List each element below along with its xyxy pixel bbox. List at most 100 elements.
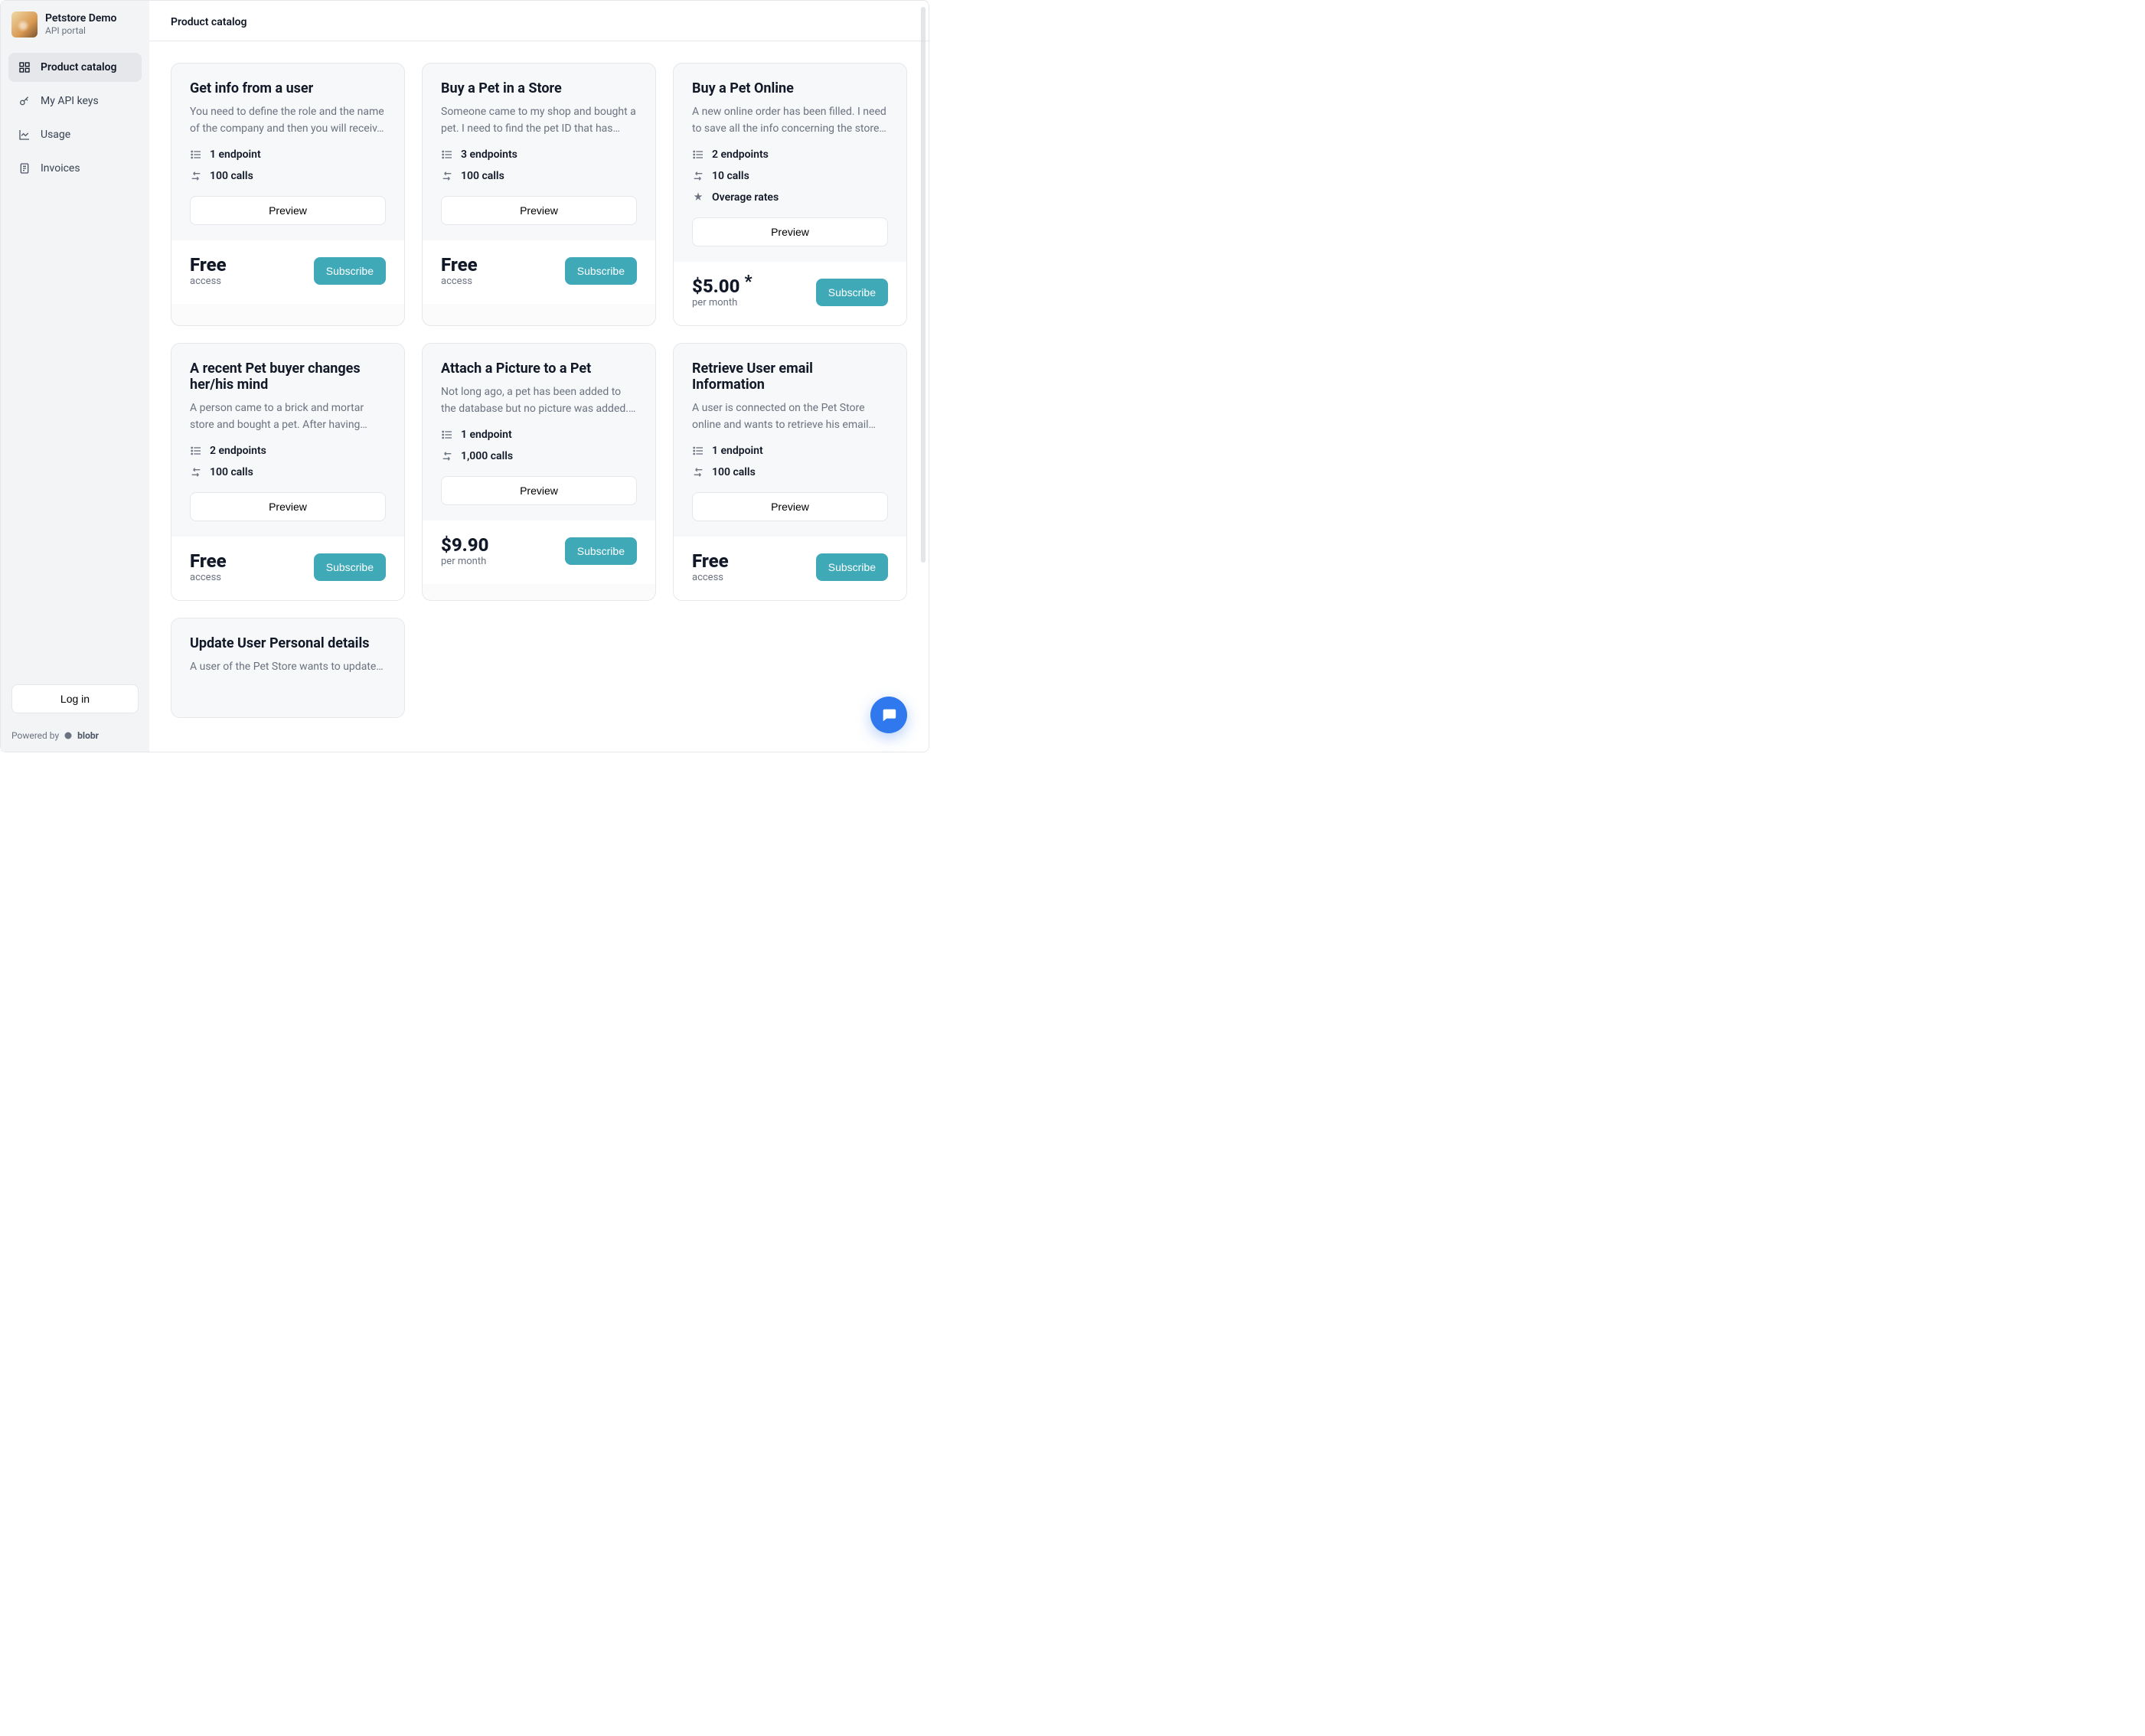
sidebar-item-label: Invoices (41, 162, 80, 175)
preview-button[interactable]: Preview (190, 492, 386, 521)
price-amount: Free (190, 550, 227, 572)
asterisk-icon (692, 191, 704, 204)
subscribe-button[interactable]: Subscribe (314, 553, 386, 581)
product-description: A person came to a brick and mortar stor… (190, 400, 386, 434)
meta-endpoints: 2 endpoints (692, 148, 888, 161)
content-scroll[interactable]: Get info from a user You need to define … (149, 41, 929, 752)
brand-subtitle: API portal (45, 25, 116, 36)
meta-calls-text: 100 calls (210, 170, 253, 182)
product-card: Attach a Picture to a Pet Not long ago, … (422, 343, 656, 601)
meta-endpoints: 1 endpoint (692, 445, 888, 457)
sidebar-item-product-catalog[interactable]: Product catalog (8, 53, 142, 82)
preview-button[interactable]: Preview (692, 217, 888, 246)
product-title: Buy a Pet Online (692, 80, 888, 96)
meta-calls-text: 100 calls (461, 170, 504, 182)
meta-endpoints: 1 endpoint (190, 148, 386, 161)
product-title: Get info from a user (190, 80, 386, 96)
meta-calls-text: 10 calls (712, 170, 749, 182)
powered-prefix: Powered by (11, 730, 59, 741)
transfer-icon (441, 450, 453, 462)
product-title: Update User Personal details (190, 635, 386, 651)
login-button[interactable]: Log in (11, 684, 139, 713)
price-bar: Free access Subscribe (171, 537, 404, 600)
preview-button[interactable]: Preview (692, 492, 888, 521)
meta-calls: 100 calls (692, 466, 888, 478)
price-sub: per month (692, 297, 753, 308)
powered-brand: blobr (77, 730, 99, 741)
meta-overage-text: Overage rates (712, 191, 779, 204)
meta-calls: 10 calls (692, 170, 888, 182)
product-card: A recent Pet buyer changes her/his mind … (171, 343, 405, 601)
meta-endpoints-text: 1 endpoint (461, 429, 512, 441)
price-sub: access (692, 572, 729, 583)
list-icon (692, 148, 704, 161)
product-title: Attach a Picture to a Pet (441, 361, 637, 377)
subscribe-button[interactable]: Subscribe (565, 257, 637, 285)
product-description: A user of the Pet Store wants to update… (190, 659, 386, 693)
price-sub: access (441, 276, 478, 287)
price-sub: per month (441, 556, 488, 567)
meta-endpoints: 2 endpoints (190, 445, 386, 457)
product-card: Retrieve User email Information A user i… (673, 343, 907, 601)
transfer-icon (190, 466, 202, 478)
meta-overage: Overage rates (692, 191, 888, 204)
blobr-logo-icon (64, 731, 73, 740)
transfer-icon (190, 170, 202, 182)
product-card: Buy a Pet in a Store Someone came to my … (422, 63, 656, 326)
price-asterisk: * (744, 272, 752, 292)
subscribe-button[interactable]: Subscribe (816, 553, 888, 581)
product-card: Buy a Pet Online A new online order has … (673, 63, 907, 326)
price-bar: $5.00* per month Subscribe (674, 262, 906, 325)
subscribe-button[interactable]: Subscribe (565, 537, 637, 565)
meta-endpoints: 1 endpoint (441, 429, 637, 441)
transfer-icon (692, 466, 704, 478)
meta-calls: 100 calls (441, 170, 637, 182)
preview-button[interactable]: Preview (441, 476, 637, 505)
transfer-icon (441, 170, 453, 182)
sidebar-item-usage[interactable]: Usage (8, 120, 142, 149)
meta-endpoints-text: 1 endpoint (210, 148, 261, 161)
product-grid: Get info from a user You need to define … (171, 63, 907, 718)
meta-endpoints-text: 2 endpoints (210, 445, 266, 457)
product-description: You need to define the role and the name… (190, 104, 386, 138)
product-card: Get info from a user You need to define … (171, 63, 405, 326)
product-title: A recent Pet buyer changes her/his mind (190, 361, 386, 393)
product-description: A user is connected on the Pet Store onl… (692, 400, 888, 434)
list-icon (441, 148, 453, 161)
meta-calls-text: 1,000 calls (461, 450, 513, 462)
product-description: A new online order has been filled. I ne… (692, 104, 888, 138)
list-icon (190, 445, 202, 457)
brand-avatar (11, 11, 38, 38)
brand-title: Petstore Demo (45, 12, 116, 25)
chat-fab[interactable] (870, 697, 907, 733)
meta-calls-text: 100 calls (712, 466, 756, 478)
price-amount: Free (692, 550, 729, 572)
product-description: Someone came to my shop and bought a pet… (441, 104, 637, 138)
sidebar-item-api-keys[interactable]: My API keys (8, 86, 142, 116)
meta-endpoints-text: 3 endpoints (461, 148, 517, 161)
product-card: Update User Personal details A user of t… (171, 618, 405, 718)
product-title: Retrieve User email Information (692, 361, 888, 393)
page-title: Product catalog (149, 1, 929, 41)
main: Product catalog Get info from a user You… (149, 1, 929, 752)
subscribe-button[interactable]: Subscribe (314, 257, 386, 285)
key-icon (18, 94, 31, 108)
preview-button[interactable]: Preview (441, 196, 637, 225)
sidebar-item-label: Usage (41, 129, 70, 141)
product-title: Buy a Pet in a Store (441, 80, 637, 96)
price-sub: access (190, 572, 227, 583)
sidebar-item-label: Product catalog (41, 61, 117, 73)
powered-by: Powered by blobr (1, 721, 149, 752)
sidebar-item-invoices[interactable]: Invoices (8, 154, 142, 183)
sidebar-item-label: My API keys (41, 95, 99, 107)
preview-button[interactable]: Preview (190, 196, 386, 225)
invoice-icon (18, 162, 31, 175)
price-amount: $5.00 (692, 276, 739, 297)
product-description: Not long ago, a pet has been added to th… (441, 384, 637, 418)
list-icon (190, 148, 202, 161)
brand-block: Petstore Demo API portal (1, 1, 149, 45)
price-bar: $9.90 per month Subscribe (423, 520, 655, 584)
sidebar-nav: Product catalog My API keys Usage Invoic… (1, 45, 149, 191)
meta-calls: 100 calls (190, 170, 386, 182)
subscribe-button[interactable]: Subscribe (816, 279, 888, 306)
